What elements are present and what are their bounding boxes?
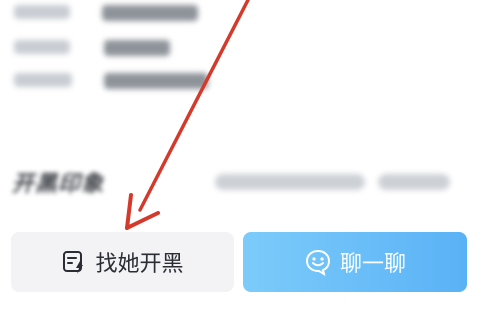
info-key-blurred bbox=[14, 5, 70, 19]
info-value-blurred bbox=[104, 73, 208, 89]
smile-bubble-icon bbox=[305, 249, 330, 276]
section-title-impressions: 开黑印象 bbox=[12, 172, 105, 197]
info-value-blurred bbox=[104, 40, 170, 56]
info-key-blurred bbox=[14, 73, 72, 87]
chat-button[interactable]: 聊一聊 bbox=[243, 232, 467, 292]
info-key-blurred bbox=[14, 40, 70, 54]
play-together-button[interactable]: 找她开黑 bbox=[11, 232, 234, 292]
impression-tag-blurred bbox=[215, 174, 365, 190]
info-value-blurred bbox=[102, 5, 198, 21]
impression-tag-blurred bbox=[378, 174, 450, 190]
chat-label: 聊一聊 bbox=[339, 252, 406, 277]
play-together-label: 找她开黑 bbox=[95, 252, 184, 277]
edit-lightning-icon bbox=[63, 251, 84, 274]
